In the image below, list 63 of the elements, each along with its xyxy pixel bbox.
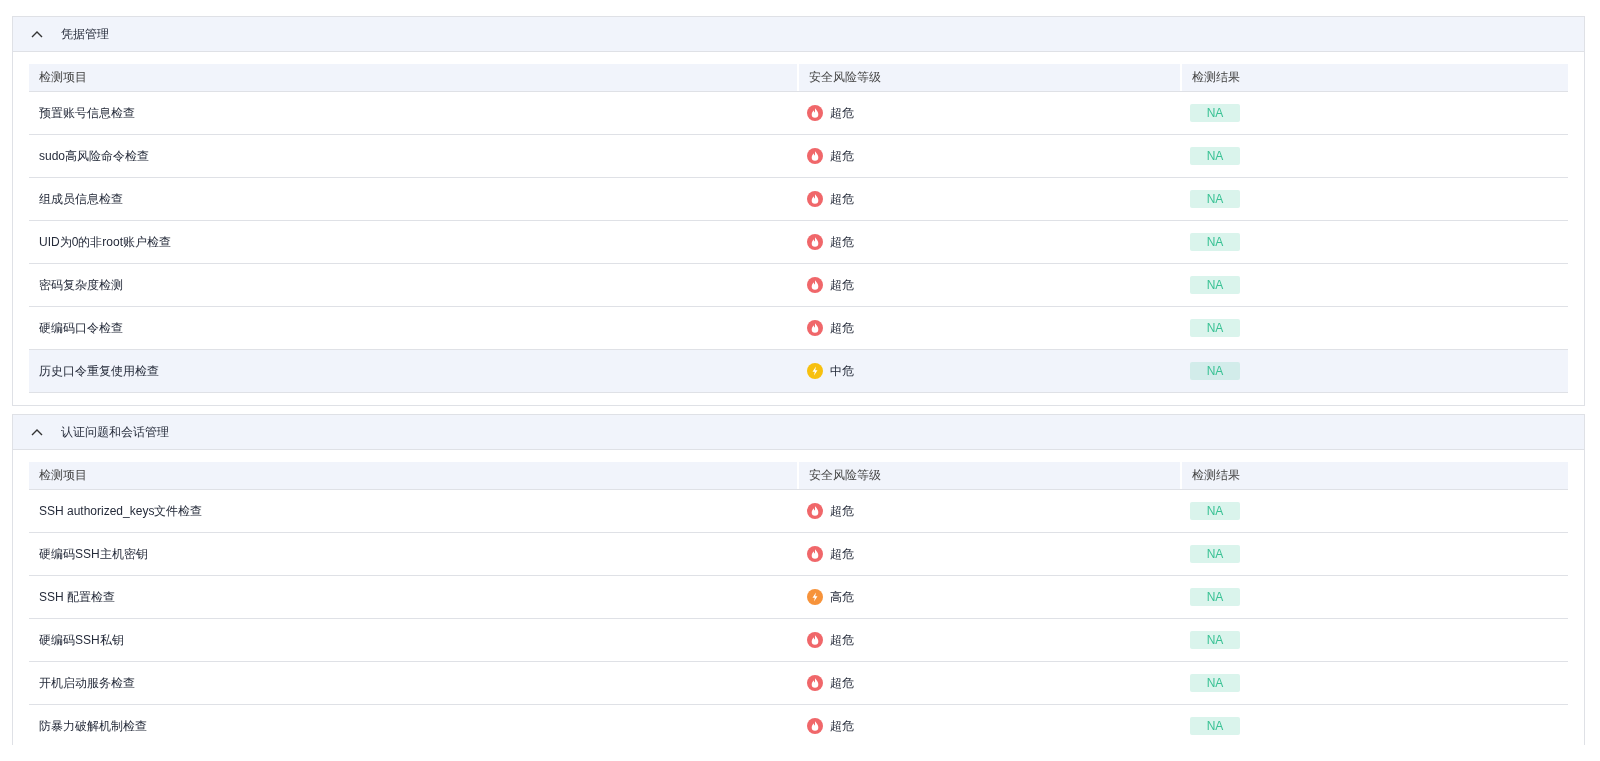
check-item: 防暴力破解机制检查 [39, 717, 147, 735]
table-row[interactable]: 密码复杂度检测 超危 NA [29, 264, 1568, 307]
result-badge: NA [1190, 362, 1240, 380]
column-header: 检测项目 [38, 467, 88, 484]
risk-level: 超危 [830, 104, 854, 122]
check-item: 密码复杂度检测 [39, 276, 123, 294]
check-item: SSH authorized_keys文件检查 [39, 502, 203, 520]
result-badge: NA [1190, 502, 1240, 520]
risk-level: 超危 [830, 319, 854, 337]
table-row[interactable]: 预置账号信息检查 超危 NA [29, 92, 1568, 135]
risk-level: 超危 [830, 545, 854, 563]
column-header: 安全风险等级 [797, 462, 1180, 489]
table-row[interactable]: 组成员信息检查 超危 NA [29, 178, 1568, 221]
risk-level: 超危 [830, 674, 854, 692]
result-badge: NA [1190, 588, 1240, 606]
result-badge: NA [1190, 545, 1240, 563]
chevron-icon [31, 30, 43, 38]
table-row[interactable]: SSH authorized_keys文件检查 超危 NA [29, 490, 1568, 533]
result-badge: NA [1190, 631, 1240, 649]
chevron-icon [31, 428, 43, 436]
table-row[interactable]: UID为0的非root账户检查 超危 NA [29, 221, 1568, 264]
section-title: 凭据管理 [61, 25, 109, 43]
section-title: 认证问题和会话管理 [61, 423, 169, 441]
result-badge: NA [1190, 674, 1240, 692]
column-header: 检测结果 [1180, 64, 1568, 91]
result-badge: NA [1190, 233, 1240, 251]
table-row[interactable]: 防暴力破解机制检查 超危 NA [29, 705, 1568, 745]
section-header[interactable]: 认证问题和会话管理 [13, 415, 1584, 450]
section-header[interactable]: 凭据管理 [13, 17, 1584, 52]
column-header: 检测结果 [1180, 462, 1568, 489]
table-row[interactable]: 历史口令重复使用检查 中危 NA [29, 350, 1568, 393]
result-badge: NA [1190, 104, 1240, 122]
table-row[interactable]: 硬编码SSH主机密钥 超危 NA [29, 533, 1568, 576]
risk-level: 超危 [830, 717, 854, 735]
risk-level: 超危 [830, 190, 854, 208]
table-row[interactable]: SSH 配置检查 高危 NA [29, 576, 1568, 619]
check-item: 硬编码SSH主机密钥 [39, 545, 148, 563]
risk-level: 超危 [830, 147, 854, 165]
check-item: 组成员信息检查 [39, 190, 123, 208]
result-badge: NA [1190, 717, 1240, 735]
risk-level: 超危 [830, 502, 854, 520]
table-row[interactable]: 开机启动服务检查 超危 NA [29, 662, 1568, 705]
risk-level: 超危 [830, 631, 854, 649]
risk-level: 超危 [830, 276, 854, 294]
table-row[interactable]: sudo高风险命令检查 超危 NA [29, 135, 1568, 178]
result-badge: NA [1190, 147, 1240, 165]
check-item: UID为0的非root账户检查 [39, 233, 172, 251]
risk-level: 超危 [830, 233, 854, 251]
risk-level: 高危 [830, 588, 854, 606]
column-header: 检测项目 [38, 69, 88, 86]
check-item: sudo高风险命令检查 [39, 147, 150, 165]
result-badge: NA [1190, 276, 1240, 294]
check-item: 硬编码SSH私钥 [39, 631, 124, 649]
check-item: 硬编码口令检查 [39, 319, 123, 337]
risk-level: 中危 [830, 362, 854, 380]
check-item: 开机启动服务检查 [39, 674, 135, 692]
check-item: SSH 配置检查 [39, 588, 115, 606]
result-badge: NA [1190, 319, 1240, 337]
table-row[interactable]: 硬编码SSH私钥 超危 NA [29, 619, 1568, 662]
check-item: 预置账号信息检查 [39, 104, 135, 122]
check-item: 历史口令重复使用检查 [39, 362, 159, 380]
column-header: 安全风险等级 [797, 64, 1180, 91]
result-badge: NA [1190, 190, 1240, 208]
